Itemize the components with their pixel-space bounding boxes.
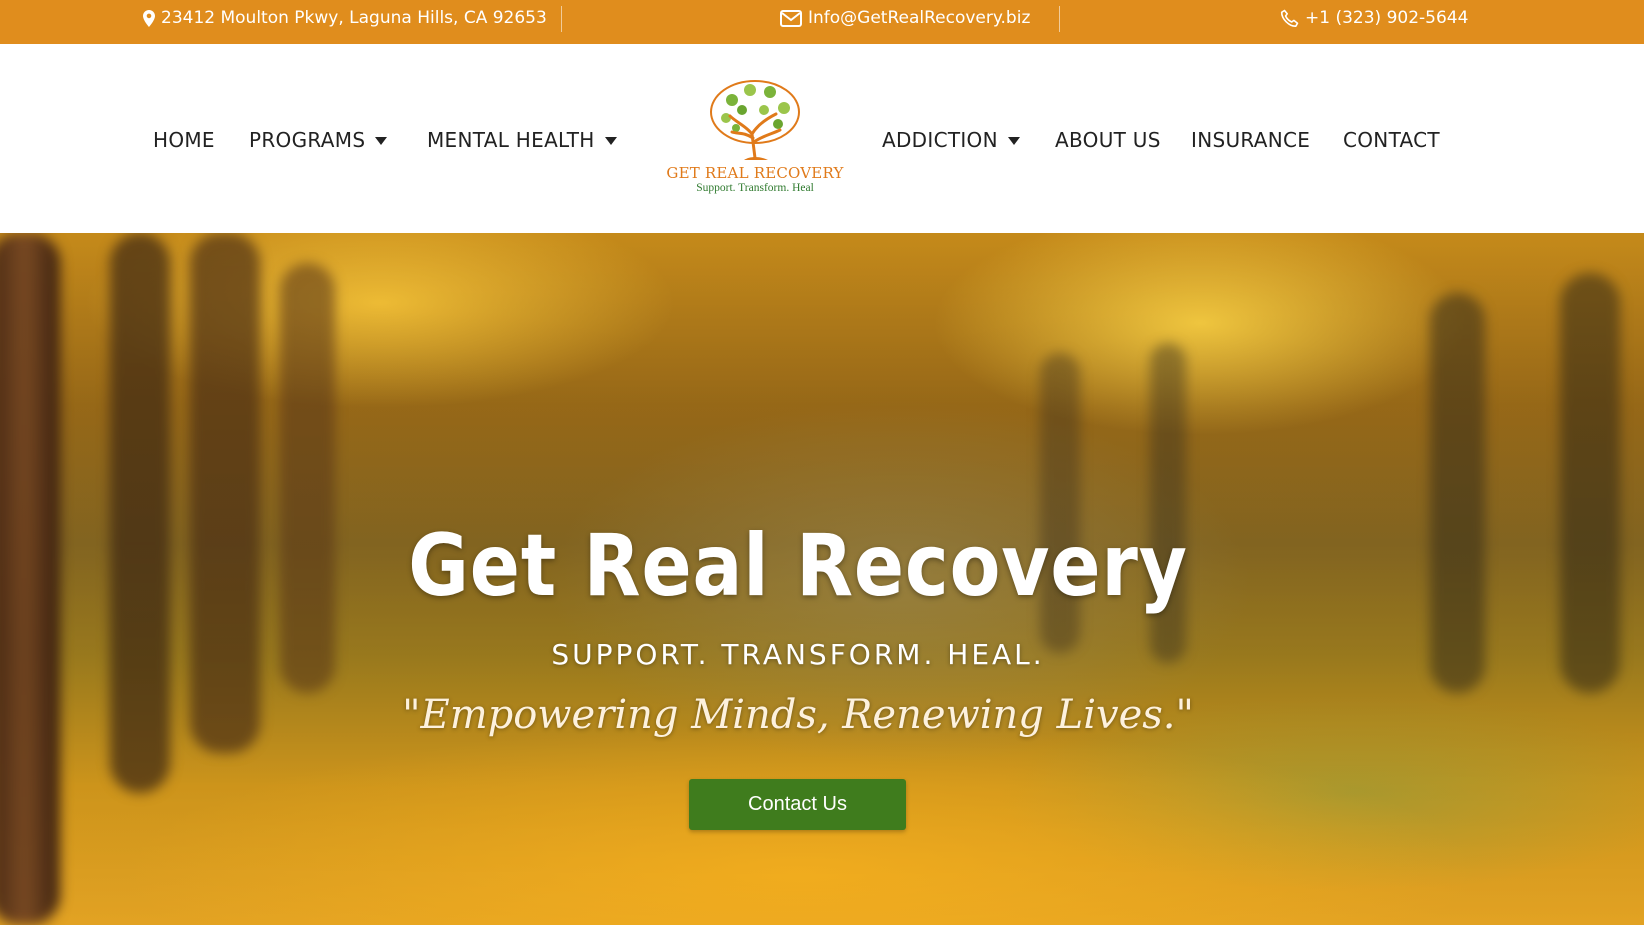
address-text: 23412 Moulton Pkwy, Laguna Hills, CA 926… — [161, 8, 547, 28]
nav-addiction-label[interactable]: ADDICTION — [882, 128, 998, 152]
caret-down-icon[interactable] — [1007, 137, 1020, 145]
caret-down-icon[interactable] — [604, 137, 617, 145]
nav-addiction[interactable]: ADDICTION — [882, 125, 1020, 155]
address-info: 23412 Moulton Pkwy, Laguna Hills, CA 926… — [143, 0, 547, 36]
envelope-icon — [780, 9, 802, 27]
divider — [1059, 6, 1060, 32]
nav-insurance-label[interactable]: INSURANCE — [1191, 128, 1310, 152]
hero-section: Get Real Recovery SUPPORT. TRANSFORM. HE… — [0, 233, 1644, 925]
nav-about-us[interactable]: ABOUT US — [1055, 125, 1161, 155]
phone-info[interactable]: +1 (323) 902-5644 — [1280, 0, 1468, 36]
contact-us-button[interactable]: Contact Us — [689, 779, 906, 830]
tree-logo-icon — [710, 80, 800, 160]
nav-contact-label[interactable]: CONTACT — [1343, 128, 1440, 152]
nav-insurance[interactable]: INSURANCE — [1191, 125, 1310, 155]
nav-programs-label[interactable]: PROGRAMS — [249, 128, 365, 152]
nav-about-us-label[interactable]: ABOUT US — [1055, 128, 1161, 152]
email-info[interactable]: Info@GetRealRecovery.biz — [780, 0, 1030, 36]
nav-mental-health[interactable]: MENTAL HEALTH — [427, 125, 617, 155]
hero-quote: "Empowering Minds, Renewing Lives." — [402, 692, 1194, 738]
caret-down-icon[interactable] — [375, 137, 388, 145]
email-link[interactable]: Info@GetRealRecovery.biz — [808, 8, 1030, 28]
nav-home-label[interactable]: HOME — [153, 128, 215, 152]
phone-icon — [1280, 9, 1299, 28]
site-logo[interactable]: GET REAL RECOVERY Support. Transform. He… — [666, 78, 844, 198]
logo-tagline: Support. Transform. Heal — [696, 182, 814, 194]
map-pin-icon — [143, 9, 155, 27]
nav-home[interactable]: HOME — [153, 125, 215, 155]
hero-subtitle: SUPPORT. TRANSFORM. HEAL. — [551, 638, 1045, 671]
hero-title: Get Real Recovery — [408, 516, 1188, 616]
phone-link[interactable]: +1 (323) 902-5644 — [1305, 8, 1468, 28]
nav-mental-health-label[interactable]: MENTAL HEALTH — [427, 128, 595, 152]
divider — [561, 6, 562, 32]
nav-programs[interactable]: PROGRAMS — [249, 125, 388, 155]
top-info-bar: 23412 Moulton Pkwy, Laguna Hills, CA 926… — [0, 0, 1644, 44]
logo-brand-text: GET REAL RECOVERY — [666, 164, 844, 182]
nav-contact[interactable]: CONTACT — [1343, 125, 1440, 155]
